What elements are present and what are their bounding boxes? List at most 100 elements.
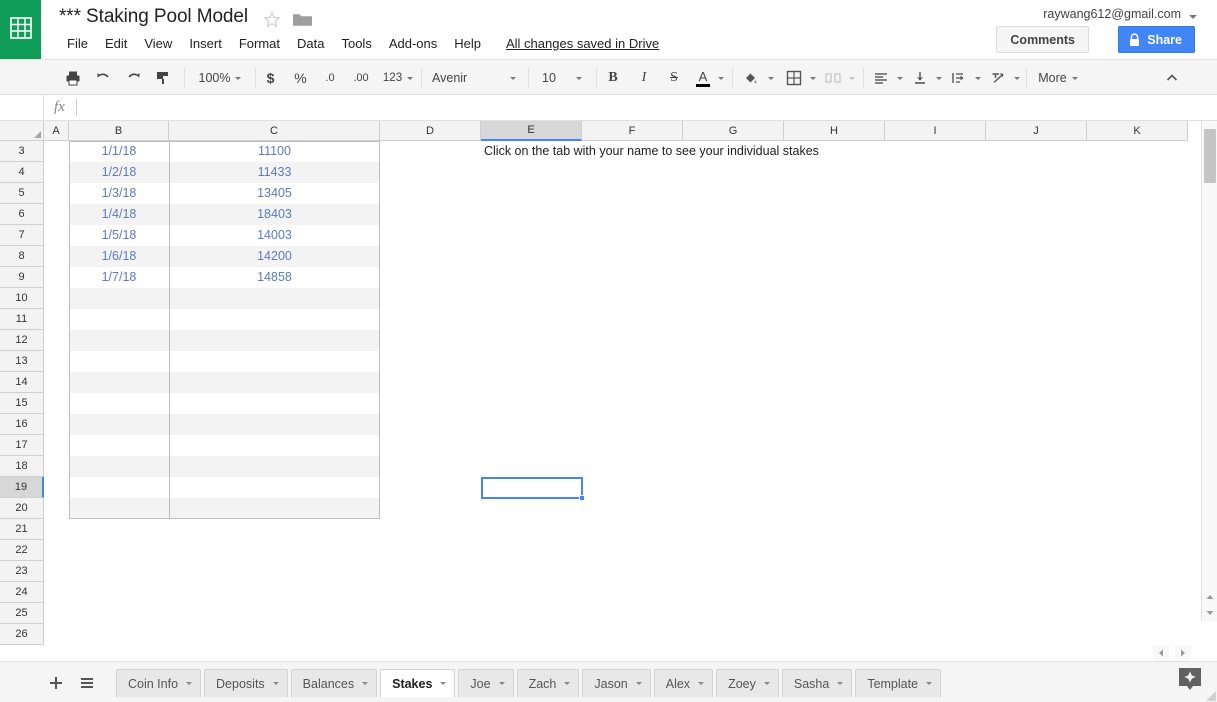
horizontal-align-dropdown[interactable] — [893, 63, 907, 93]
cell-B9[interactable]: 1/7/18 — [69, 267, 169, 288]
menu-help[interactable]: Help — [446, 34, 489, 53]
cell-C8[interactable]: 14200 — [169, 246, 380, 267]
menu-data[interactable]: Data — [289, 34, 332, 53]
chevron-down-icon[interactable] — [186, 682, 193, 685]
paint-format-button[interactable] — [150, 63, 176, 93]
column-header-G[interactable]: G — [683, 121, 784, 141]
column-header-E[interactable]: E — [481, 121, 582, 141]
scroll-down-button[interactable] — [1202, 605, 1217, 621]
cell-B6[interactable]: 1/4/18 — [69, 204, 169, 225]
cell-C9[interactable]: 14858 — [169, 267, 380, 288]
add-sheet-button[interactable] — [43, 670, 69, 696]
cell-B5[interactable]: 1/3/18 — [69, 183, 169, 204]
chevron-down-icon[interactable] — [635, 682, 642, 685]
fill-color-dropdown[interactable] — [764, 63, 778, 93]
horizontal-align-button[interactable] — [869, 63, 893, 93]
column-header-D[interactable]: D — [380, 121, 481, 141]
star-icon[interactable] — [263, 11, 281, 29]
column-header-F[interactable]: F — [582, 121, 683, 141]
all-sheets-button[interactable] — [74, 670, 100, 696]
sheet-tab-template[interactable]: Template — [855, 669, 942, 697]
row-header-26[interactable]: 26 — [0, 624, 44, 645]
decrease-decimal-button[interactable]: .0 — [317, 63, 343, 93]
sheet-tab-jason[interactable]: Jason — [582, 669, 651, 697]
folder-icon[interactable] — [293, 12, 312, 28]
column-header-H[interactable]: H — [784, 121, 885, 141]
column-header-J[interactable]: J — [986, 121, 1087, 141]
row-header-25[interactable]: 25 — [0, 603, 44, 624]
cell-C4[interactable]: 11433 — [169, 162, 380, 183]
row-header-10[interactable]: 10 — [0, 288, 44, 309]
chevron-down-icon[interactable] — [1189, 15, 1197, 19]
cell-C5[interactable]: 13405 — [169, 183, 380, 204]
percent-format-button[interactable]: % — [288, 63, 313, 93]
sheet-tab-stakes[interactable]: Stakes — [380, 669, 456, 697]
row-header-16[interactable]: 16 — [0, 414, 44, 435]
scroll-up-button[interactable] — [1202, 589, 1217, 605]
menu-insert[interactable]: Insert — [181, 34, 230, 53]
sheets-logo-container[interactable] — [0, 0, 41, 59]
redo-button[interactable] — [120, 63, 146, 93]
sheet-tab-zach[interactable]: Zach — [516, 669, 580, 697]
chevron-down-icon[interactable] — [362, 682, 369, 685]
text-rotation-button[interactable] — [986, 63, 1010, 93]
cell-B7[interactable]: 1/5/18 — [69, 225, 169, 246]
row-header-12[interactable]: 12 — [0, 330, 44, 351]
share-button[interactable]: Share — [1118, 26, 1195, 53]
text-rotation-dropdown[interactable] — [1010, 63, 1024, 93]
vertical-scrollbar[interactable] — [1201, 121, 1217, 621]
scroll-right-button[interactable] — [1175, 645, 1191, 661]
increase-decimal-button[interactable]: .00 — [347, 63, 375, 93]
row-header-8[interactable]: 8 — [0, 246, 44, 267]
column-header-B[interactable]: B — [69, 121, 169, 141]
row-header-21[interactable]: 21 — [0, 519, 44, 540]
chevron-down-icon[interactable] — [926, 682, 933, 685]
row-header-6[interactable]: 6 — [0, 204, 44, 225]
cell-C6[interactable]: 18403 — [169, 204, 380, 225]
cell-B3[interactable]: 1/1/18 — [69, 141, 169, 162]
save-status-link[interactable]: All changes saved in Drive — [506, 36, 659, 51]
sheet-tab-joe[interactable]: Joe — [458, 669, 514, 697]
column-header-C[interactable]: C — [169, 121, 380, 141]
bold-button[interactable]: B — [600, 63, 626, 93]
cell-B8[interactable]: 1/6/18 — [69, 246, 169, 267]
row-header-14[interactable]: 14 — [0, 372, 44, 393]
vertical-align-button[interactable] — [908, 63, 932, 93]
row-header-13[interactable]: 13 — [0, 351, 44, 372]
menu-edit[interactable]: Edit — [97, 34, 135, 53]
row-header-22[interactable]: 22 — [0, 540, 44, 561]
vertical-scroll-thumb[interactable] — [1204, 129, 1216, 183]
cell-C7[interactable]: 14003 — [169, 225, 380, 246]
merge-cells-button[interactable] — [820, 63, 846, 93]
row-header-20[interactable]: 20 — [0, 498, 44, 519]
column-header-I[interactable]: I — [885, 121, 986, 141]
number-format-selector[interactable]: 123 — [376, 63, 420, 93]
row-header-23[interactable]: 23 — [0, 561, 44, 582]
row-header-19[interactable]: 19 — [0, 477, 44, 498]
scroll-left-button[interactable] — [1153, 645, 1169, 661]
cell-E3[interactable]: Click on the tab with your name to see y… — [484, 141, 819, 162]
row-header-5[interactable]: 5 — [0, 183, 44, 204]
account-email[interactable]: raywang612@gmail.com — [1043, 7, 1181, 21]
strikethrough-button[interactable]: S — [661, 63, 687, 93]
fill-color-button[interactable] — [738, 63, 764, 93]
vertical-align-dropdown[interactable] — [932, 63, 946, 93]
borders-button[interactable] — [781, 63, 807, 93]
sheet-tab-deposits[interactable]: Deposits — [204, 669, 288, 697]
sheet-tab-balances[interactable]: Balances — [290, 669, 378, 697]
currency-format-button[interactable]: $ — [258, 63, 283, 93]
cell-C3[interactable]: 11100 — [169, 141, 380, 162]
resize-grip-icon[interactable] — [1206, 691, 1216, 701]
explore-button[interactable] — [1177, 667, 1203, 695]
menu-addons[interactable]: Add-ons — [381, 34, 445, 53]
menu-tools[interactable]: Tools — [333, 34, 379, 53]
chevron-down-icon[interactable] — [272, 682, 279, 685]
formula-input[interactable] — [86, 99, 1207, 117]
comments-button[interactable]: Comments — [996, 26, 1089, 53]
text-color-dropdown[interactable] — [714, 63, 728, 93]
selected-cell-E19[interactable] — [481, 477, 583, 499]
zoom-selector[interactable]: 100% — [192, 63, 248, 93]
row-header-3[interactable]: 3 — [0, 141, 44, 162]
sheet-tab-zoey[interactable]: Zoey — [716, 669, 779, 697]
column-header-K[interactable]: K — [1087, 121, 1188, 141]
